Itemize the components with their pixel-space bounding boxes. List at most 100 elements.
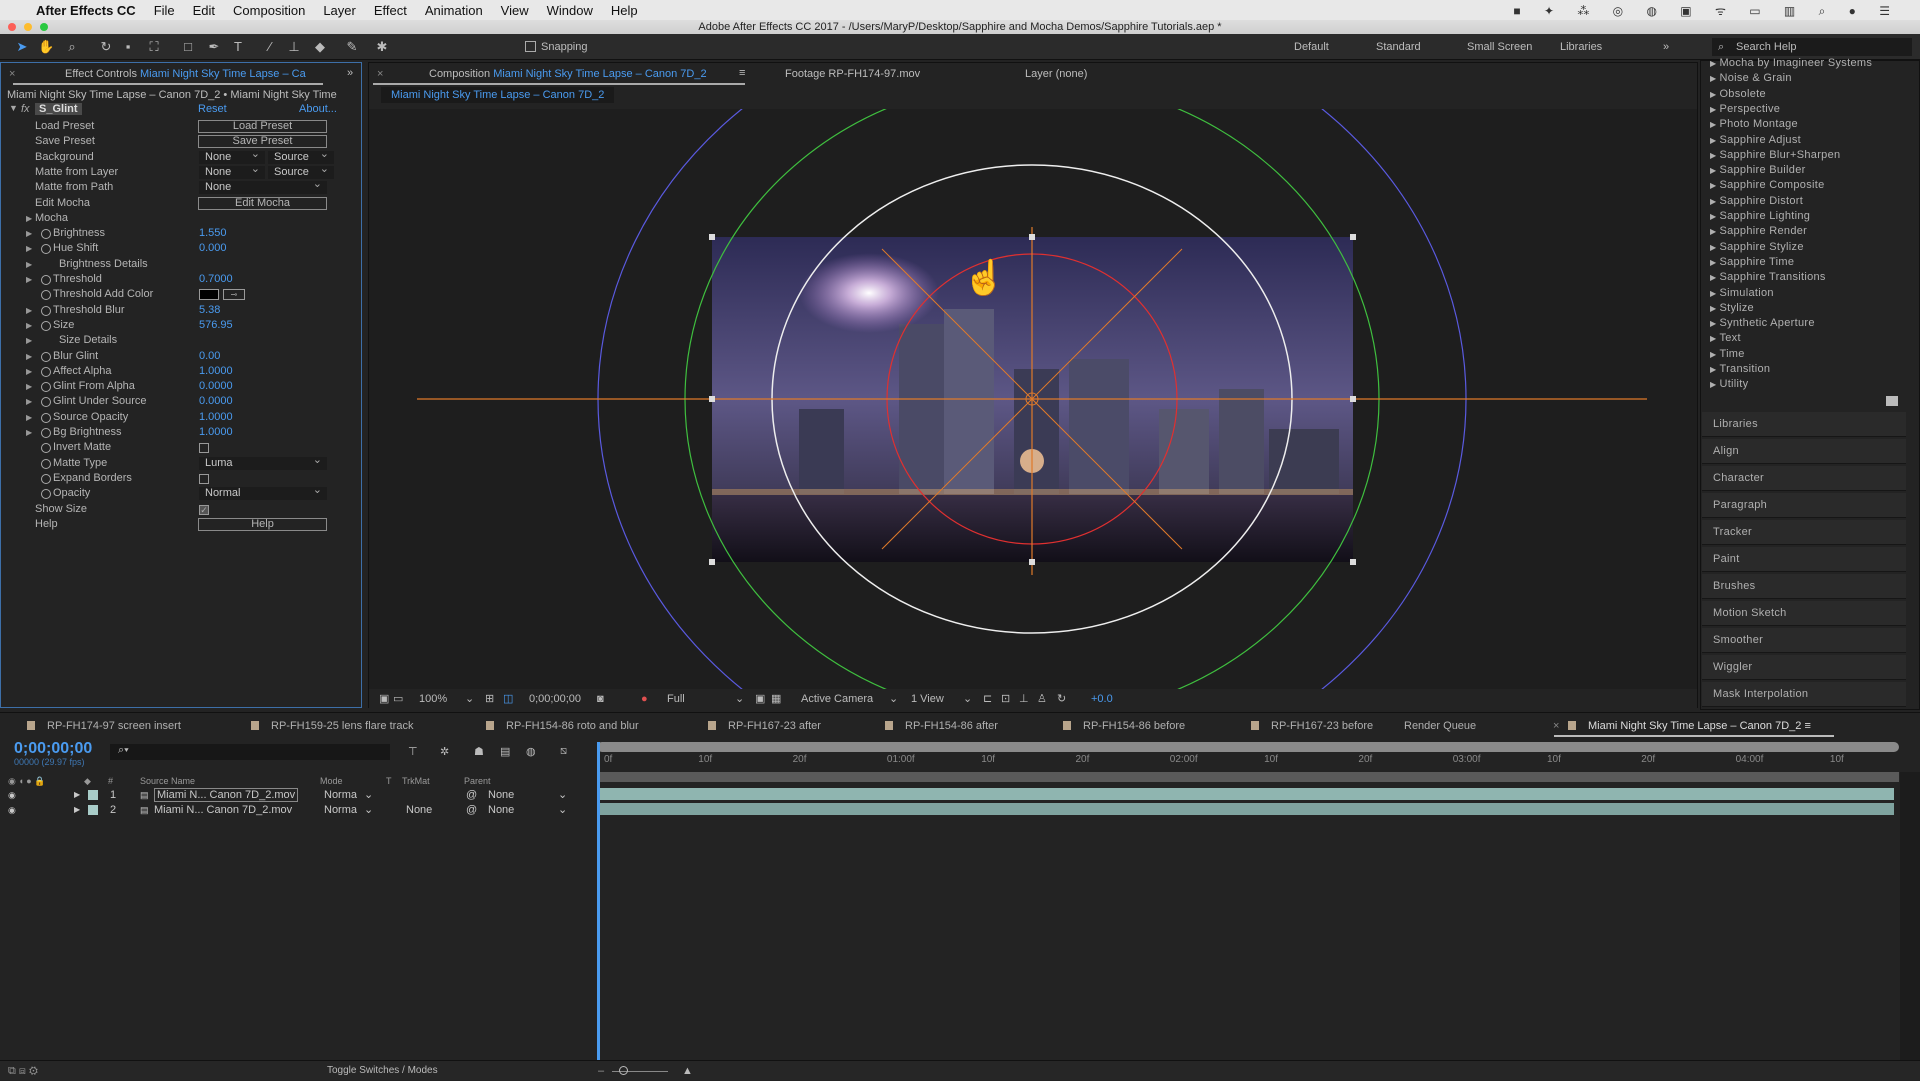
timeline-tab[interactable]: RP-FH167-23 after (708, 720, 821, 732)
source-dropdown[interactable]: Source (268, 163, 334, 179)
twirl-right-icon[interactable]: ▶ (26, 410, 32, 425)
display-icon[interactable]: ▭ (393, 689, 403, 709)
zoom-in-icon[interactable]: ▲ (682, 1061, 693, 1081)
effect-category[interactable]: ▶ Text (1710, 332, 1741, 344)
stopwatch-icon[interactable] (41, 382, 51, 393)
type-tool-icon[interactable]: T (230, 39, 246, 55)
close-tab-icon[interactable]: × (377, 68, 383, 80)
effect-category[interactable]: ▶ Mocha by Imagineer Systems (1710, 57, 1872, 69)
timeline-tab[interactable]: RP-FH154-86 before (1063, 720, 1185, 732)
more-workspaces-icon[interactable]: » (1663, 41, 1669, 53)
hide-shy-layers-icon[interactable]: ☗ (474, 745, 484, 758)
stopwatch-icon[interactable] (41, 366, 51, 377)
stopwatch-icon[interactable] (41, 428, 51, 438)
workspace-default[interactable]: Default (1294, 41, 1329, 53)
timeline-icon[interactable]: ⊥ (1019, 689, 1029, 709)
view-layout-dropdown[interactable]: 1 View (911, 689, 944, 709)
panel-character[interactable]: Character (1702, 466, 1906, 491)
column-mode[interactable]: Mode (320, 774, 343, 788)
layer-row[interactable]: ◉ ▶ 1 ▤ Miami N... Canon 7D_2.mov Norma ⌄ @ None… (0, 788, 597, 802)
effect-category[interactable]: ▶ Sapphire Lighting (1710, 210, 1810, 222)
composition-viewer[interactable]: ☝ (369, 109, 1697, 689)
property-value[interactable]: 0.000 (199, 241, 227, 256)
effect-category[interactable]: ▶ Stylize (1710, 302, 1754, 314)
minimize-window-button[interactable] (24, 23, 32, 31)
pick-whip-icon[interactable]: @ (466, 803, 477, 817)
timeline-tab[interactable]: RP-FH159-25 lens flare track (251, 720, 413, 732)
effect-category[interactable]: ▶ Sapphire Transitions (1710, 271, 1826, 283)
app-menu[interactable]: After Effects CC (36, 3, 136, 18)
puppet-tool-icon[interactable]: ✱ (374, 39, 390, 55)
property-value[interactable]: 1.0000 (199, 364, 233, 379)
label-icon[interactable]: ◆ (84, 774, 91, 788)
twirl-right-icon[interactable]: ▶ (74, 788, 80, 802)
column-source-name[interactable]: Source Name (140, 774, 195, 788)
label-color[interactable] (88, 790, 98, 800)
twirl-right-icon[interactable]: ▶ (26, 241, 32, 256)
composition-mini-flowchart-icon[interactable]: ⊤ (408, 745, 418, 758)
column-parent[interactable]: Parent (464, 774, 491, 788)
reset-exposure-icon[interactable]: ↻ (1057, 689, 1066, 709)
workspace-libraries[interactable]: Libraries (1560, 41, 1602, 53)
grid-icon[interactable]: ⊞ (485, 689, 494, 709)
stopwatch-icon[interactable] (41, 473, 51, 484)
chevron-down-icon[interactable]: ⌄ (364, 788, 373, 802)
panel-wiggler[interactable]: Wiggler (1702, 655, 1906, 680)
stopwatch-icon[interactable] (41, 443, 51, 454)
eye-icon[interactable]: ◉ (8, 788, 16, 802)
chevron-down-icon[interactable]: ⌄ (963, 689, 972, 709)
timeline-current-time[interactable]: 0;00;00;00 (14, 740, 92, 758)
mode-dropdown[interactable]: Norma (324, 788, 357, 802)
property-value[interactable]: 0.0000 (199, 379, 233, 394)
menu-composition[interactable]: Composition (233, 3, 305, 18)
rotate-tool-icon[interactable]: ↻ (98, 39, 114, 55)
timeline-tab[interactable]: RP-FH167-23 before (1251, 720, 1373, 732)
stopwatch-icon[interactable] (41, 320, 51, 331)
panel-paragraph[interactable]: Paragraph (1702, 493, 1906, 518)
effect-category[interactable]: ▶ Sapphire Adjust (1710, 134, 1801, 146)
reset-link[interactable]: Reset (198, 103, 227, 115)
snapping-checkbox[interactable] (525, 41, 536, 52)
effect-category[interactable]: ▶ Perspective (1710, 103, 1780, 115)
stopwatch-icon[interactable] (41, 412, 51, 423)
property-value[interactable]: 576.95 (199, 318, 233, 333)
property-dropdown[interactable]: Normal (199, 484, 327, 501)
twirl-right-icon[interactable]: ▶ (26, 364, 32, 379)
effect-category[interactable]: ▶ Sapphire Stylize (1710, 241, 1804, 253)
twirl-right-icon[interactable]: ▶ (26, 425, 32, 440)
stopwatch-icon[interactable] (41, 244, 51, 255)
panel-menu-icon[interactable]: ≡ (739, 67, 745, 79)
workspace-standard[interactable]: Standard (1376, 41, 1421, 53)
chevron-down-icon[interactable]: ⌄ (558, 788, 567, 802)
twirl-right-icon[interactable]: ▶ (26, 272, 32, 287)
pen-tool-icon[interactable]: ✒ (206, 39, 222, 55)
always-preview-icon[interactable]: ▣ (379, 689, 389, 709)
layer-bar-2[interactable] (600, 803, 1894, 815)
fast-previews-icon[interactable]: ⊡ (1001, 689, 1010, 709)
mask-visibility-icon[interactable]: ◫ (503, 689, 513, 709)
menu-layer[interactable]: Layer (323, 3, 356, 18)
stopwatch-icon[interactable] (41, 229, 51, 240)
resolution-dropdown[interactable]: Full (667, 689, 685, 709)
timeline-tab[interactable]: RP-FH154-86 roto and blur (486, 720, 639, 732)
twirl-down-icon[interactable]: ▼ (9, 103, 18, 113)
eye-icon[interactable]: ◉ (8, 803, 16, 817)
layer-row[interactable]: ◉ ▶ 2 ▤ Miami N... Canon 7D_2.mov Norma ⌄ None @… (0, 803, 597, 817)
mode-dropdown[interactable]: Norma (324, 803, 357, 817)
comp-navigator-tab[interactable]: Miami Night Sky Time Lapse – Canon 7D_2 (381, 87, 615, 103)
panel-smoother[interactable]: Smoother (1702, 628, 1906, 653)
motion-blur-icon[interactable]: ◍ (526, 745, 536, 758)
draft-3d-icon[interactable]: ✲ (440, 745, 449, 758)
tab-active-timeline[interactable]: Miami Night Sky Time Lapse – Canon 7D_2 … (1568, 720, 1811, 732)
effect-category[interactable]: ▶ Obsolete (1710, 88, 1766, 100)
color-swatch[interactable] (199, 289, 219, 301)
layer-switches-icon[interactable]: ⧉ ⧈ ⚙ (8, 1061, 38, 1081)
effect-category[interactable]: ▶ Noise & Grain (1710, 72, 1792, 84)
menu-view[interactable]: View (501, 3, 529, 18)
property-checkbox[interactable] (199, 473, 209, 484)
stopwatch-icon[interactable] (41, 275, 51, 285)
twirl-right-icon[interactable]: ▶ (26, 394, 32, 409)
color-channel-icon[interactable]: ● (641, 689, 648, 709)
effect-category[interactable]: ▶ Utility (1710, 378, 1748, 390)
menu-edit[interactable]: Edit (193, 3, 215, 18)
